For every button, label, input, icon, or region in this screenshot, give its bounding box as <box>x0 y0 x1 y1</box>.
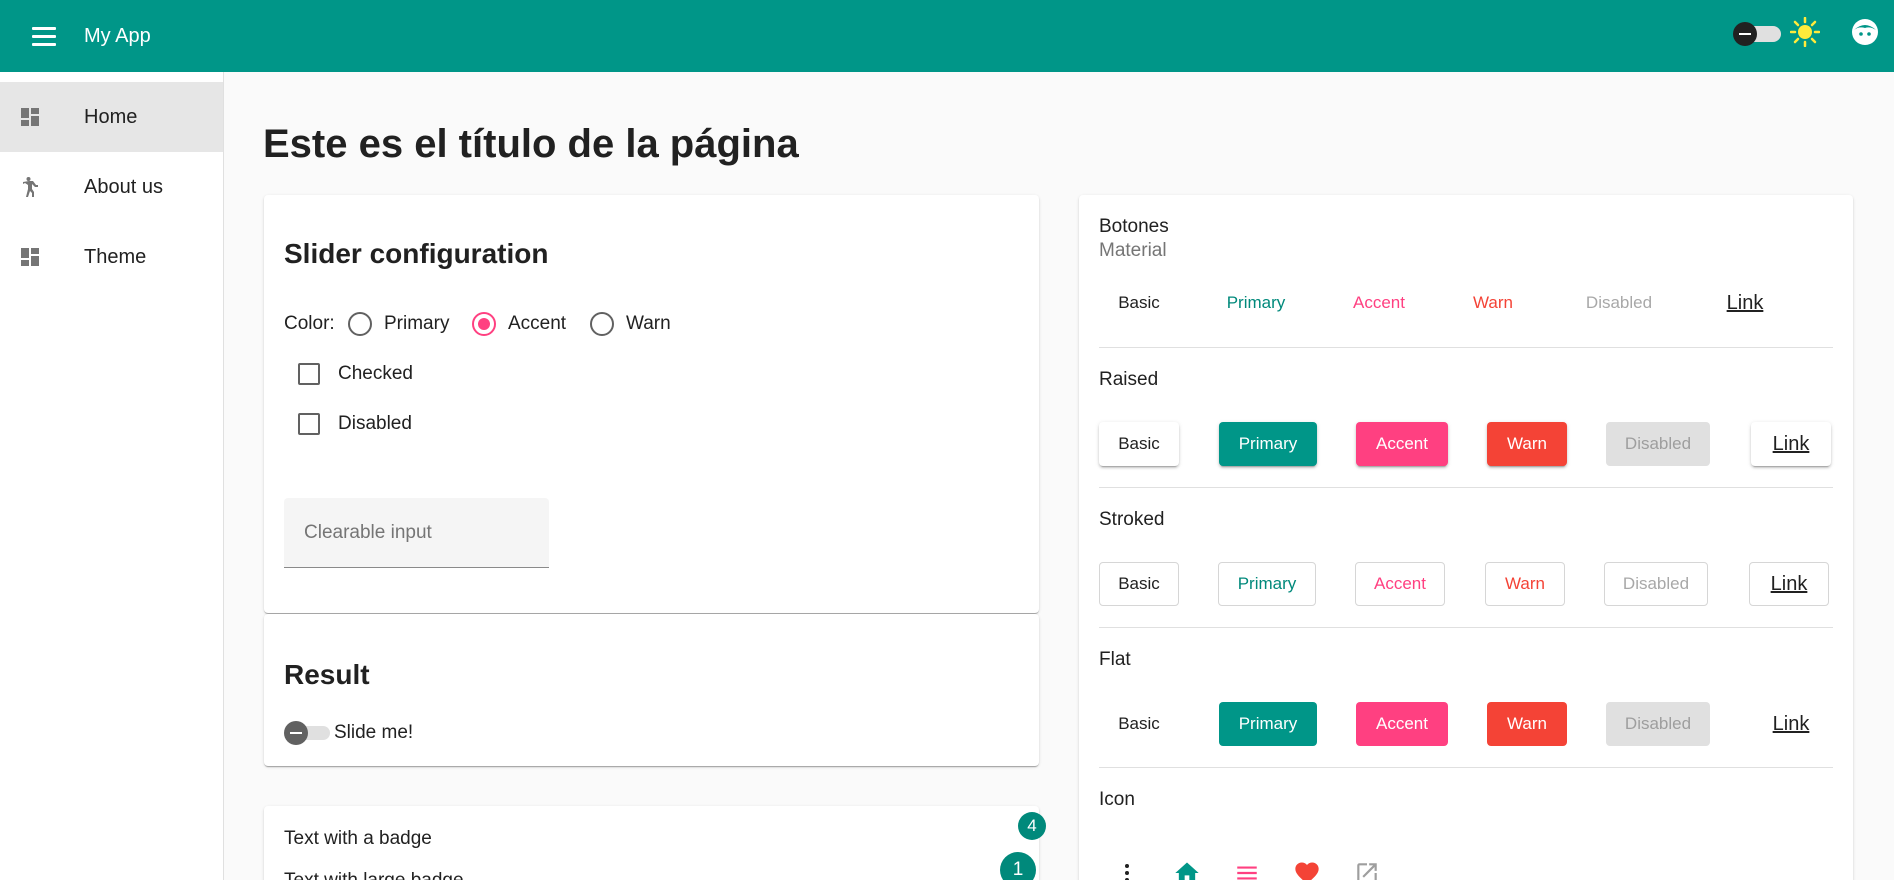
flat-primary-button[interactable]: Primary <box>1219 702 1317 746</box>
badge: 4 <box>1018 812 1046 840</box>
raised-primary-button[interactable]: Primary <box>1219 422 1317 466</box>
stroked-disabled-button: Disabled <box>1604 562 1708 606</box>
radio-accent[interactable]: Accent <box>472 312 566 336</box>
stroked-basic-button[interactable]: Basic <box>1099 562 1179 606</box>
sidebar: Home About us Theme <box>0 72 224 880</box>
radio-circle <box>472 312 496 336</box>
dashboard-icon <box>21 108 39 126</box>
color-label: Color: <box>284 313 335 334</box>
stroked-primary-button[interactable]: Primary <box>1218 562 1316 606</box>
basic-button[interactable]: Basic <box>1099 281 1179 325</box>
basic-disabled-button: Disabled <box>1567 281 1671 325</box>
flat-basic-button[interactable]: Basic <box>1099 702 1179 746</box>
raised-warn-button[interactable]: Warn <box>1487 422 1567 466</box>
divider <box>1099 487 1833 488</box>
app-title: My App <box>84 25 151 47</box>
icon-title: Icon <box>1099 789 1135 810</box>
avatar-icon[interactable] <box>1850 17 1880 47</box>
flat-link-button[interactable]: Link <box>1751 702 1831 746</box>
sun-icon[interactable] <box>1790 17 1820 47</box>
card-title: Slider configuration <box>284 238 549 269</box>
sidebar-item-label: About us <box>84 175 163 198</box>
flat-warn-button[interactable]: Warn <box>1487 702 1567 746</box>
clearable-input[interactable] <box>284 498 549 568</box>
result-card: Result Slide me! <box>264 614 1039 766</box>
buttons-title: Botones <box>1099 216 1169 237</box>
flat-disabled-button: Disabled <box>1606 702 1710 746</box>
checkbox-checked[interactable]: Checked <box>298 363 413 385</box>
buttons-card: Botones Material Basic Primary Accent Wa… <box>1079 195 1853 880</box>
buttons-subtitle: Material <box>1099 240 1167 261</box>
home-icon[interactable] <box>1167 853 1207 880</box>
theme-toggle[interactable] <box>1733 22 1783 46</box>
slide-toggle-track <box>284 721 330 745</box>
checkbox-box <box>298 413 320 435</box>
checkbox-box <box>298 363 320 385</box>
accessibility-icon <box>23 177 38 197</box>
checkbox-disabled[interactable]: Disabled <box>298 413 412 435</box>
slider-config-card: Slider configuration Color: Primary Acce… <box>264 195 1039 613</box>
slide-toggle-label: Slide me! <box>334 722 414 743</box>
checkbox-label: Disabled <box>338 413 412 434</box>
radio-circle <box>590 312 614 336</box>
page-title: Este es el título de la página <box>263 122 799 166</box>
sidebar-item-theme[interactable]: Theme <box>0 222 223 292</box>
basic-link-button[interactable]: Link <box>1705 281 1785 325</box>
raised-link-button[interactable]: Link <box>1751 422 1831 466</box>
raised-accent-button[interactable]: Accent <box>1356 422 1448 466</box>
checkbox-label: Checked <box>338 363 413 384</box>
favorite-icon[interactable] <box>1287 853 1327 880</box>
slide-toggle[interactable]: Slide me! <box>284 721 413 745</box>
dashboard-icon <box>21 248 39 266</box>
slide-toggle-thumb <box>284 721 308 745</box>
large-badge: 1 <box>1000 852 1036 880</box>
radio-primary[interactable]: Primary <box>348 312 449 336</box>
stroked-link-button[interactable]: Link <box>1749 562 1829 606</box>
divider <box>1099 627 1833 628</box>
raised-basic-button[interactable]: Basic <box>1099 422 1179 466</box>
stroked-title: Stroked <box>1099 509 1165 530</box>
divider <box>1099 767 1833 768</box>
stroked-warn-button[interactable]: Warn <box>1485 562 1565 606</box>
badge-text: Text with a badge <box>284 828 432 849</box>
basic-primary-button[interactable]: Primary <box>1207 281 1305 325</box>
radio-label: Primary <box>384 313 450 334</box>
sidebar-item-home[interactable]: Home <box>0 82 223 152</box>
open-in-new-icon <box>1347 853 1387 880</box>
basic-accent-button[interactable]: Accent <box>1333 281 1425 325</box>
flat-title: Flat <box>1099 649 1131 670</box>
sidebar-item-label: Theme <box>84 245 147 268</box>
sidebar-item-label: Home <box>84 105 138 128</box>
stroked-accent-button[interactable]: Accent <box>1355 562 1445 606</box>
menu-icon[interactable] <box>28 20 60 52</box>
flat-accent-button[interactable]: Accent <box>1356 702 1448 746</box>
toolbar: My App <box>0 0 1894 72</box>
large-badge-text: Text with large badge <box>284 870 464 880</box>
more-vert-icon[interactable] <box>1107 853 1147 880</box>
raised-title: Raised <box>1099 369 1159 390</box>
card-title: Result <box>284 659 370 690</box>
radio-label: Warn <box>626 313 671 334</box>
sidebar-item-about-us[interactable]: About us <box>0 152 223 222</box>
raised-disabled-button: Disabled <box>1606 422 1710 466</box>
radio-warn[interactable]: Warn <box>590 312 671 336</box>
menu-icon[interactable] <box>1227 853 1267 880</box>
radio-circle <box>348 312 372 336</box>
basic-warn-button[interactable]: Warn <box>1453 281 1533 325</box>
badge-card: Text with a badge 4 Text with large badg… <box>264 806 1046 880</box>
radio-label: Accent <box>508 313 567 334</box>
toggle-icon <box>1733 22 1757 46</box>
divider <box>1099 347 1833 348</box>
